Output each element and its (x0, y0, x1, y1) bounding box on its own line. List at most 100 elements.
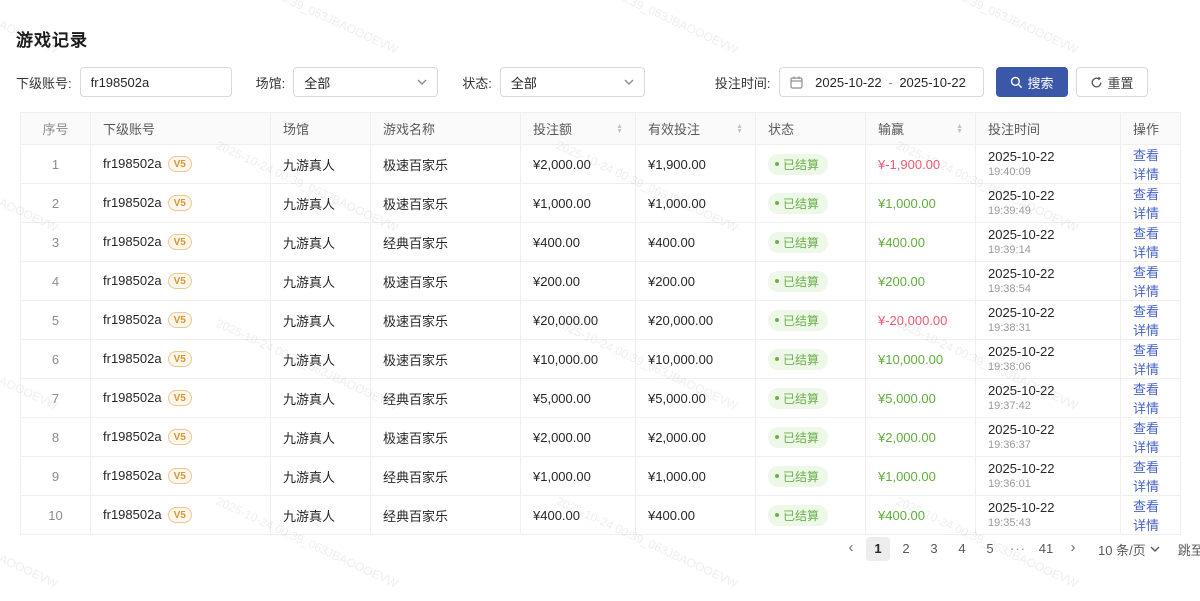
status-cell: 已结算 (756, 496, 866, 535)
win-loss-cell: ¥400.00 (866, 223, 976, 262)
game-name-value: 经典百家乐 (383, 236, 448, 251)
action-cell: 查看详情 (1121, 184, 1181, 223)
sort-icon[interactable]: ▲▼ (616, 124, 623, 134)
bet-amount-value: ¥1,000.00 (533, 469, 591, 484)
win-loss-cell: ¥2,000.00 (866, 418, 976, 457)
column-header: 序号 (21, 113, 91, 145)
status-cell: 已结算 (756, 418, 866, 457)
view-details-link[interactable]: 查看详情 (1133, 304, 1159, 338)
account-cell: fr198502aV5 (91, 418, 271, 457)
bet-date: 2025-10-22 (988, 461, 1108, 477)
win-loss-value: ¥2,000.00 (878, 430, 936, 445)
account-value: fr198502a (103, 507, 162, 522)
filter-bar: 下级账号: 场馆: 全部 状态: 全部 投注时间: 2025-10-22 - 2… (16, 67, 1148, 97)
sort-icon[interactable]: ▲▼ (736, 124, 743, 134)
date-range-picker[interactable]: 2025-10-22 - 2025-10-22 (779, 67, 984, 97)
status-select[interactable]: 全部 (500, 67, 645, 97)
status-label: 已结算 (783, 507, 819, 524)
page-number-button[interactable]: 41 (1034, 537, 1058, 561)
game-name-value: 经典百家乐 (383, 509, 448, 524)
date-separator: - (888, 75, 892, 90)
game-name-value: 极速百家乐 (383, 314, 448, 329)
column-header: 输赢 ▲▼ (866, 113, 976, 145)
account-cell: fr198502aV5 (91, 496, 271, 535)
search-button[interactable]: 搜索 (996, 67, 1068, 97)
view-details-link[interactable]: 查看详情 (1133, 499, 1159, 533)
win-loss-value: ¥1,000.00 (878, 196, 936, 211)
bet-amount-cell: ¥2,000.00 (521, 418, 636, 457)
venue-value: 九游真人 (283, 158, 335, 173)
view-details-link[interactable]: 查看详情 (1133, 187, 1159, 221)
status-badge: 已结算 (768, 349, 828, 370)
vip-level-badge: V5 (168, 390, 192, 406)
action-cell: 查看详情 (1121, 379, 1181, 418)
venue-select[interactable]: 全部 (293, 67, 438, 97)
win-loss-cell: ¥10,000.00 (866, 340, 976, 379)
prev-page-button[interactable]: ‹ (840, 537, 862, 561)
chevron-down-icon (417, 79, 427, 85)
table-row: 3fr198502aV5九游真人经典百家乐¥400.00¥400.00已结算¥4… (21, 223, 1181, 262)
valid-bet-cell: ¥20,000.00 (636, 301, 756, 340)
seq-cell: 8 (21, 418, 91, 457)
page-size-select[interactable]: 10 条/页 (1098, 540, 1160, 559)
status-label: 已结算 (783, 312, 819, 329)
column-header-label: 有效投注 (648, 119, 700, 138)
view-details-link[interactable]: 查看详情 (1133, 382, 1159, 416)
bet-amount-cell: ¥200.00 (521, 262, 636, 301)
column-header-label: 输赢 (878, 119, 904, 138)
win-loss-cell: ¥400.00 (866, 496, 976, 535)
column-header: 游戏名称 (371, 113, 521, 145)
account-value: fr198502a (103, 156, 162, 171)
table-row: 9fr198502aV5九游真人经典百家乐¥1,000.00¥1,000.00已… (21, 457, 1181, 496)
sort-icon[interactable]: ▲▼ (956, 124, 963, 134)
win-loss-cell: ¥-20,000.00 (866, 301, 976, 340)
account-value: fr198502a (103, 273, 162, 288)
venue-cell: 九游真人 (271, 340, 371, 379)
win-loss-value: ¥10,000.00 (878, 352, 943, 367)
venue-value: 九游真人 (283, 470, 335, 485)
valid-bet-cell: ¥1,000.00 (636, 184, 756, 223)
action-cell: 查看详情 (1121, 145, 1181, 184)
reset-button[interactable]: 重置 (1076, 67, 1148, 97)
view-details-link[interactable]: 查看详情 (1133, 343, 1159, 377)
venue-value: 九游真人 (283, 353, 335, 368)
vip-level-badge: V5 (168, 429, 192, 445)
valid-bet-cell: ¥200.00 (636, 262, 756, 301)
seq-cell: 9 (21, 457, 91, 496)
status-dot-icon (775, 435, 779, 439)
status-dot-icon (775, 513, 779, 517)
row-seq: 6 (52, 352, 59, 367)
venue-value: 九游真人 (283, 197, 335, 212)
next-page-button[interactable]: › (1062, 537, 1084, 561)
view-details-link[interactable]: 查看详情 (1133, 265, 1159, 299)
game-name-value: 极速百家乐 (383, 431, 448, 446)
status-cell: 已结算 (756, 223, 866, 262)
view-details-link[interactable]: 查看详情 (1133, 226, 1159, 260)
action-cell: 查看详情 (1121, 457, 1181, 496)
status-badge: 已结算 (768, 466, 828, 487)
bet-date: 2025-10-22 (988, 500, 1108, 516)
view-details-link[interactable]: 查看详情 (1133, 148, 1159, 182)
valid-bet-cell: ¥1,900.00 (636, 145, 756, 184)
page-number-button[interactable]: 4 (950, 537, 974, 561)
table-row: 2fr198502aV5九游真人极速百家乐¥1,000.00¥1,000.00已… (21, 184, 1181, 223)
page-number-button[interactable]: 1 (866, 537, 890, 561)
venue-value: 九游真人 (283, 275, 335, 290)
view-details-link[interactable]: 查看详情 (1133, 460, 1159, 494)
page-number-button[interactable]: 2 (894, 537, 918, 561)
bet-time-cell: 2025-10-2219:38:06 (976, 340, 1121, 379)
table-header-row: 序号下级账号场馆游戏名称投注额▲▼有效投注▲▼状态输赢▲▼投注时间操作 (21, 113, 1181, 145)
page-number-button[interactable]: 5 (978, 537, 1002, 561)
table-row: 8fr198502aV5九游真人极速百家乐¥2,000.00¥2,000.00已… (21, 418, 1181, 457)
account-cell: fr198502aV5 (91, 184, 271, 223)
page-number-button[interactable]: 3 (922, 537, 946, 561)
game-name-cell: 极速百家乐 (371, 184, 521, 223)
account-input[interactable] (80, 67, 232, 97)
column-header: 有效投注 ▲▼ (636, 113, 756, 145)
bet-amount-value: ¥1,000.00 (533, 196, 591, 211)
win-loss-cell: ¥-1,900.00 (866, 145, 976, 184)
view-details-link[interactable]: 查看详情 (1133, 421, 1159, 455)
valid-bet-value: ¥10,000.00 (648, 352, 713, 367)
bet-amount-cell: ¥1,000.00 (521, 184, 636, 223)
venue-filter-label: 场馆: (256, 73, 286, 92)
